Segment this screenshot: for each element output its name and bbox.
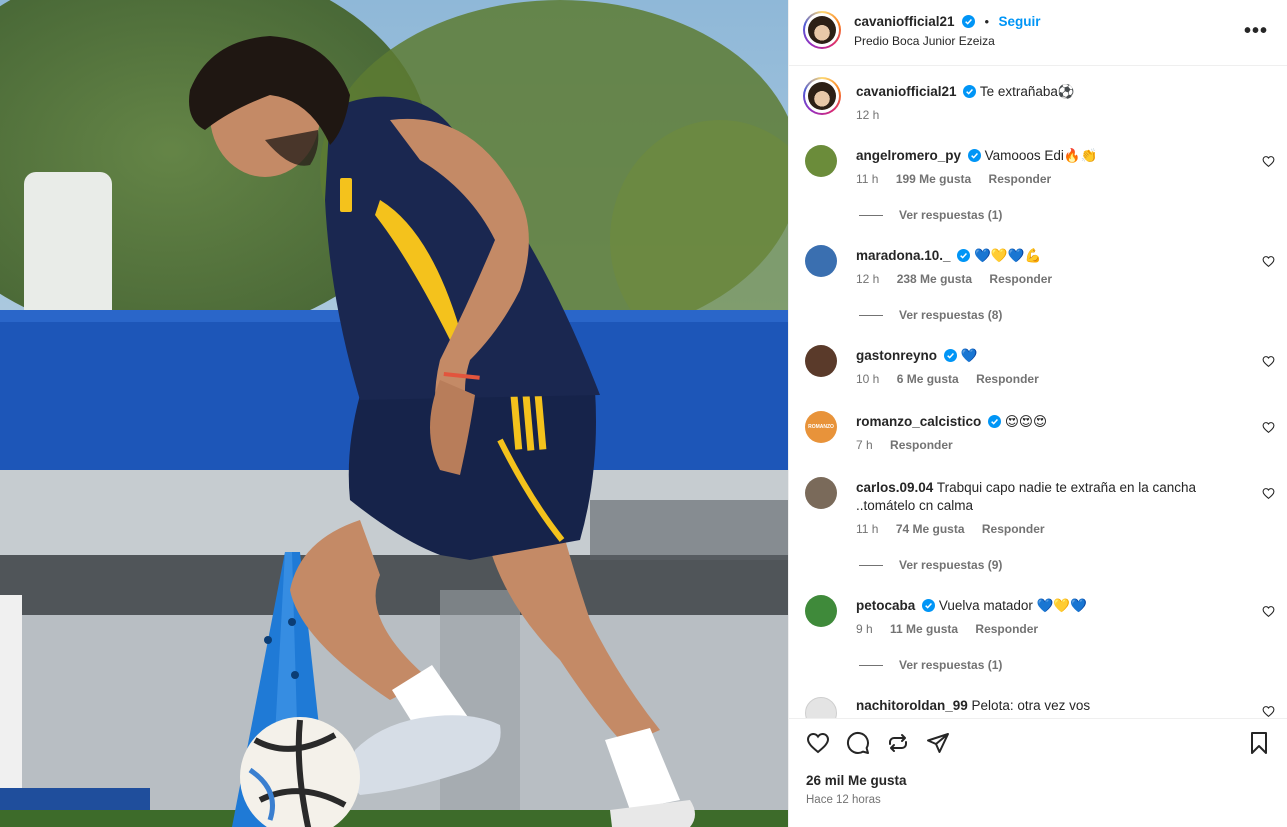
caption: cavaniofficial21 Te extrañaba⚽ 12 h xyxy=(803,77,1275,137)
verified-badge-icon xyxy=(963,85,977,98)
comment-time: 9 h xyxy=(856,622,873,636)
verified-badge-icon xyxy=(943,349,957,362)
comment-item: carlos.09.04 Trabqui capo nadie te extra… xyxy=(805,477,1275,577)
comment-list[interactable]: cavaniofficial21 Te extrañaba⚽ 12 h ange… xyxy=(789,66,1287,718)
separator-dot: • xyxy=(984,14,990,29)
view-replies[interactable]: Ver respuestas (8) xyxy=(859,308,1002,322)
comment-text: Pelota: otra vez vos xyxy=(971,698,1091,713)
verified-badge-icon xyxy=(922,599,936,612)
comment-likes[interactable]: 11 Me gusta xyxy=(890,622,958,636)
reply-button[interactable]: Responder xyxy=(989,172,1052,186)
caption-avatar[interactable] xyxy=(803,77,841,115)
comments-panel: cavaniofficial21 • Seguir Predio Boca Ju… xyxy=(788,0,1287,827)
view-replies[interactable]: Ver respuestas (1) xyxy=(859,208,1002,222)
commenter-username[interactable]: carlos.09.04 xyxy=(856,480,933,495)
heart-icon[interactable] xyxy=(1262,705,1275,718)
follow-button[interactable]: Seguir xyxy=(998,14,1040,29)
caption-text: Te extrañaba⚽ xyxy=(979,84,1075,99)
post-image xyxy=(0,0,788,827)
comment-icon[interactable] xyxy=(846,731,870,755)
comment-item: maradona.10._ 💙💛💙💪 12 h 238 Me gusta Res… xyxy=(805,245,1275,325)
more-options-icon[interactable]: ••• xyxy=(1244,20,1268,43)
commenter-username[interactable]: angelromero_py xyxy=(856,148,961,163)
comment-time: 11 h xyxy=(856,522,879,536)
commenter-username[interactable]: nachitoroldan_99 xyxy=(856,698,968,713)
commenter-avatar[interactable] xyxy=(805,477,837,509)
comment-item: ROMANZO romanzo_calcistico 😍😍😍 7 h Respo… xyxy=(805,411,1275,461)
verified-badge-icon xyxy=(957,249,971,262)
comment-text: 💙💛💙💪 xyxy=(974,248,1042,263)
view-replies[interactable]: Ver respuestas (1) xyxy=(859,658,1002,672)
comment-text: Vuelva matador 💙💛💙 xyxy=(938,598,1088,613)
heart-icon[interactable] xyxy=(1262,421,1275,434)
commenter-avatar[interactable]: ROMANZO xyxy=(805,411,837,443)
author-avatar[interactable] xyxy=(803,11,841,49)
reply-button[interactable]: Responder xyxy=(890,438,953,452)
heart-icon[interactable] xyxy=(1262,605,1275,618)
action-bar: 26 mil Me gusta Hace 12 horas xyxy=(789,718,1287,827)
commenter-username[interactable]: petocaba xyxy=(856,598,915,613)
caption-username[interactable]: cavaniofficial21 xyxy=(856,84,957,99)
commenter-avatar[interactable] xyxy=(805,595,837,627)
share-icon[interactable] xyxy=(886,731,910,755)
view-replies[interactable]: Ver respuestas (9) xyxy=(859,558,1002,572)
comment-time: 7 h xyxy=(856,438,873,452)
reply-button[interactable]: Responder xyxy=(976,372,1039,386)
comment-likes[interactable]: 74 Me gusta xyxy=(896,522,965,536)
comment-time: 12 h xyxy=(856,272,880,286)
comment-time: 11 h xyxy=(856,172,879,186)
comment-item: nachitoroldan_99 Pelota: otra vez vos xyxy=(805,695,1275,718)
reply-button[interactable]: Responder xyxy=(975,622,1038,636)
commenter-avatar[interactable] xyxy=(805,245,837,277)
heart-icon[interactable] xyxy=(1262,155,1275,168)
send-icon[interactable] xyxy=(926,731,950,755)
comment-likes[interactable]: 199 Me gusta xyxy=(896,172,971,186)
comment-likes[interactable]: 238 Me gusta xyxy=(897,272,972,286)
caption-time: 12 h xyxy=(856,108,880,122)
commenter-avatar[interactable] xyxy=(805,345,837,377)
comment-item: gastonreyno 💙 10 h 6 Me gusta Responder xyxy=(805,345,1275,395)
author-username[interactable]: cavaniofficial21 xyxy=(854,14,955,29)
comment-likes[interactable]: 6 Me gusta xyxy=(897,372,959,386)
commenter-avatar[interactable] xyxy=(805,697,837,718)
commenter-avatar[interactable] xyxy=(805,145,837,177)
verified-badge-icon xyxy=(967,149,981,162)
commenter-username[interactable]: romanzo_calcistico xyxy=(856,414,981,429)
comment-text: 😍😍😍 xyxy=(1004,414,1048,429)
comment-time: 10 h xyxy=(856,372,880,386)
commenter-username[interactable]: maradona.10._ xyxy=(856,248,951,263)
bookmark-icon[interactable] xyxy=(1247,731,1271,755)
post-header: cavaniofficial21 • Seguir Predio Boca Ju… xyxy=(789,0,1287,66)
commenter-username[interactable]: gastonreyno xyxy=(856,348,937,363)
verified-badge-icon xyxy=(962,15,976,28)
post-photo[interactable] xyxy=(0,0,788,827)
comment-item: angelromero_py Vamooos Edi🔥👏 11 h 199 Me… xyxy=(805,145,1275,225)
post-location[interactable]: Predio Boca Junior Ezeiza xyxy=(854,34,995,48)
comment-text: Vamooos Edi🔥👏 xyxy=(984,148,1098,163)
verified-badge-icon xyxy=(988,415,1002,428)
heart-icon[interactable] xyxy=(1262,355,1275,368)
reply-button[interactable]: Responder xyxy=(989,272,1052,286)
reply-button[interactable]: Responder xyxy=(982,522,1045,536)
comment-text: 💙 xyxy=(960,348,978,363)
likes-count[interactable]: 26 mil Me gusta xyxy=(806,773,907,788)
post-timestamp: Hace 12 horas xyxy=(806,794,881,806)
heart-icon[interactable] xyxy=(1262,487,1275,500)
comment-item: petocaba Vuelva matador 💙💛💙 9 h 11 Me gu… xyxy=(805,595,1275,675)
heart-icon[interactable] xyxy=(1262,255,1275,268)
heart-icon[interactable] xyxy=(806,731,830,755)
